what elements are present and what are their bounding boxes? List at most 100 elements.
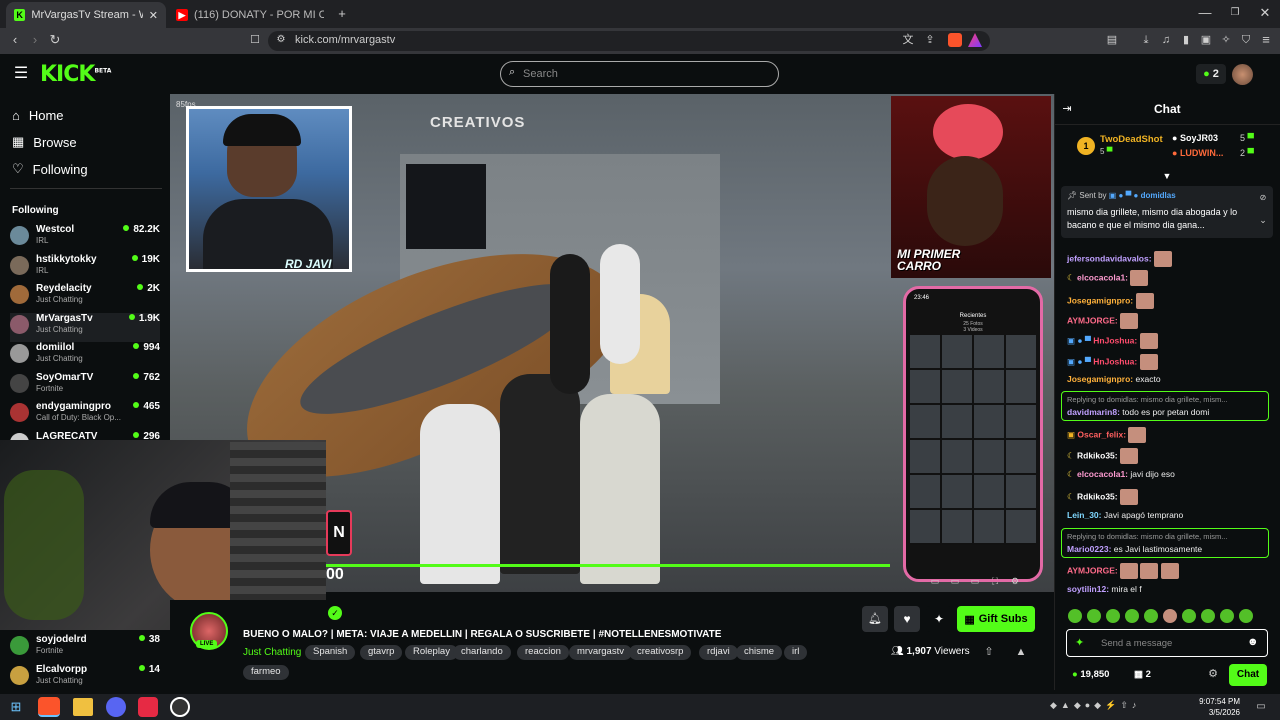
report-icon[interactable]: ▲	[1014, 642, 1028, 662]
chat-username[interactable]: Mario0223:	[1067, 544, 1111, 554]
quick-emote[interactable]	[1144, 609, 1158, 623]
stream-tag[interactable]: farmeo	[243, 665, 289, 680]
reading-list-icon[interactable]: ▮	[1178, 30, 1194, 50]
following-channel[interactable]: Westcol IRL 82.2K	[10, 224, 160, 253]
following-channel[interactable]: soyjodelrd Fortnite 38	[10, 634, 160, 663]
chat-username[interactable]: HnJoshua:	[1093, 335, 1137, 345]
following-channel[interactable]: endygamingpro Call of Duty: Black Op... …	[10, 401, 160, 430]
notify-bell-button[interactable]: 🔔︎	[862, 606, 888, 632]
browser-tab-active[interactable]: K MrVargasTv Stream - Watch Li... ✕	[6, 2, 166, 28]
share-icon[interactable]: ⇧	[982, 642, 996, 662]
following-channel[interactable]: SoyOmarTV Fortnite 762	[10, 372, 160, 401]
pip-icon[interactable]: ▭	[928, 571, 942, 591]
pinned-user[interactable]: domidlas	[1141, 191, 1176, 200]
quick-emote[interactable]	[1220, 609, 1234, 623]
chat-username[interactable]: AYMJORGE:	[1067, 315, 1118, 325]
stream-tag[interactable]: reaccion	[517, 645, 569, 660]
kick-logo[interactable]: KICKBETA	[40, 62, 111, 87]
user-avatar[interactable]	[1232, 64, 1253, 85]
chat-username[interactable]: davidmarin8:	[1067, 407, 1120, 417]
reply-context[interactable]: Replying to domidlas: mismo dia grillete…	[1067, 395, 1227, 404]
chat-username[interactable]: Rdkiko35:	[1077, 450, 1118, 460]
nav-following[interactable]: ♡ Following	[12, 159, 88, 179]
quick-emote[interactable]	[1106, 609, 1120, 623]
chat-username[interactable]: Rdkiko35:	[1077, 491, 1118, 501]
clip-icon[interactable]: ▭	[968, 571, 982, 591]
subs-count[interactable]: ▦ 2	[1134, 669, 1151, 680]
leo-icon[interactable]: ✧	[1218, 30, 1234, 50]
stream-tag[interactable]: charlando	[453, 645, 511, 660]
site-settings-icon[interactable]: ⚙	[274, 30, 288, 50]
window-close-icon[interactable]: ✕	[1256, 3, 1274, 23]
leaderboard-name[interactable]: TwoDeadShot	[1100, 134, 1163, 145]
emoji-icon[interactable]: ☻	[1247, 636, 1259, 648]
hamburger-menu-icon[interactable]: ☰	[12, 64, 30, 84]
reply-context[interactable]: Replying to domidlas: mismo dia grillete…	[1067, 532, 1227, 541]
expand-leaderboard-icon[interactable]: ▼	[1160, 166, 1174, 186]
notifications-button[interactable]: ● 2	[1196, 64, 1226, 84]
minimize-icon[interactable]: —	[1196, 3, 1214, 23]
brave-taskbar-icon[interactable]	[38, 697, 60, 717]
send-chat-button[interactable]: Chat	[1229, 664, 1267, 686]
search-input[interactable]: ⌕ Search	[500, 61, 779, 87]
following-channel[interactable]: hstikkytokky IRL 19K	[10, 254, 160, 283]
discord-taskbar-icon[interactable]	[106, 697, 126, 717]
forward-icon[interactable]: ›	[26, 30, 44, 50]
stream-tag[interactable]: gtavrp	[360, 645, 403, 660]
settings-icon[interactable]: ⚙	[1008, 571, 1022, 591]
quick-emote[interactable]	[1125, 609, 1139, 623]
follow-button[interactable]: ♥	[894, 606, 920, 632]
chat-username[interactable]: AYMJORGE:	[1067, 565, 1118, 575]
chat-username[interactable]: Josegamignpro:	[1067, 374, 1133, 384]
notification-center-icon[interactable]: ▭	[1254, 697, 1268, 717]
quick-emote[interactable]	[1087, 609, 1101, 623]
sidebar-toggle-icon[interactable]: ▤	[1104, 30, 1120, 50]
bookmark-icon[interactable]: ☐	[246, 30, 264, 50]
leaderboard-name[interactable]: ● SoyJR03	[1172, 133, 1218, 143]
chat-username[interactable]: jefersondavidavalos:	[1067, 253, 1152, 263]
chat-username[interactable]: Josegamignpro:	[1067, 295, 1133, 305]
translate-icon[interactable]: 文	[900, 30, 916, 50]
following-channel[interactable]: Reydelacity Just Chatting 2K	[10, 283, 160, 312]
chat-username[interactable]: elcocacola1:	[1077, 272, 1128, 282]
brave-shield-icon[interactable]	[948, 33, 962, 47]
share-icon[interactable]: ⇪	[922, 30, 938, 50]
obs-taskbar-icon[interactable]	[170, 697, 190, 717]
stream-tag[interactable]: irl	[784, 645, 808, 660]
media-icon[interactable]: ♫	[1158, 30, 1174, 50]
stream-tag[interactable]: Roleplay	[405, 645, 458, 660]
quick-emote[interactable]	[1201, 609, 1215, 623]
stream-tag[interactable]: Spanish	[305, 645, 356, 660]
quick-emote[interactable]	[1182, 609, 1196, 623]
following-channel[interactable]: domiilol Just Chatting 994	[10, 342, 160, 371]
fullscreen-icon[interactable]: ⛶	[988, 571, 1002, 591]
chat-input[interactable]: ✦ Send a message ☻	[1066, 629, 1268, 657]
theater-icon[interactable]: ▭	[948, 571, 962, 591]
expand-pinned-icon[interactable]: ⌄	[1257, 210, 1269, 230]
menu-icon[interactable]: ≡	[1258, 30, 1274, 50]
following-channel[interactable]: MrVargasTv Just Chatting 1.9K	[10, 312, 160, 342]
stream-category[interactable]: Just Chatting	[243, 647, 301, 658]
chat-username[interactable]: elcocacola1:	[1077, 469, 1128, 479]
collapse-chat-icon[interactable]: ⇥	[1060, 99, 1074, 119]
vpn-icon[interactable]: ⛉	[1238, 30, 1254, 50]
explorer-taskbar-icon[interactable]	[73, 698, 93, 716]
nav-home[interactable]: ⌂ Home	[12, 105, 64, 125]
nav-browse[interactable]: ▦ Browse	[12, 132, 77, 152]
restore-icon[interactable]: ❐	[1226, 3, 1244, 23]
unpin-icon[interactable]: ⊘	[1257, 188, 1269, 208]
stream-tag[interactable]: chisme	[736, 645, 783, 660]
stream-tag[interactable]: rdjavi	[699, 645, 738, 660]
reload-icon[interactable]: ↻	[46, 30, 64, 50]
stream-tag[interactable]: creativosrp	[629, 645, 692, 660]
stream-tag[interactable]: mrvargastv	[569, 645, 632, 660]
browser-tab[interactable]: ▶ (116) DONATY - POR MI CUALTO (VI...	[168, 2, 332, 28]
following-channel[interactable]: Elcalvorpp Just Chatting 14	[10, 664, 160, 693]
tab-close-icon[interactable]: ✕	[149, 9, 158, 22]
chat-username[interactable]: soytilin12:	[1067, 584, 1109, 594]
chat-settings-icon[interactable]: ⚙	[1206, 664, 1220, 684]
back-icon[interactable]: ‹	[6, 30, 24, 50]
quick-emote[interactable]	[1239, 609, 1253, 623]
wallet-icon[interactable]: ▣	[1198, 30, 1214, 50]
system-tray-icons[interactable]: ◆▲◆●◆⚡⇧♪	[1050, 700, 1190, 712]
